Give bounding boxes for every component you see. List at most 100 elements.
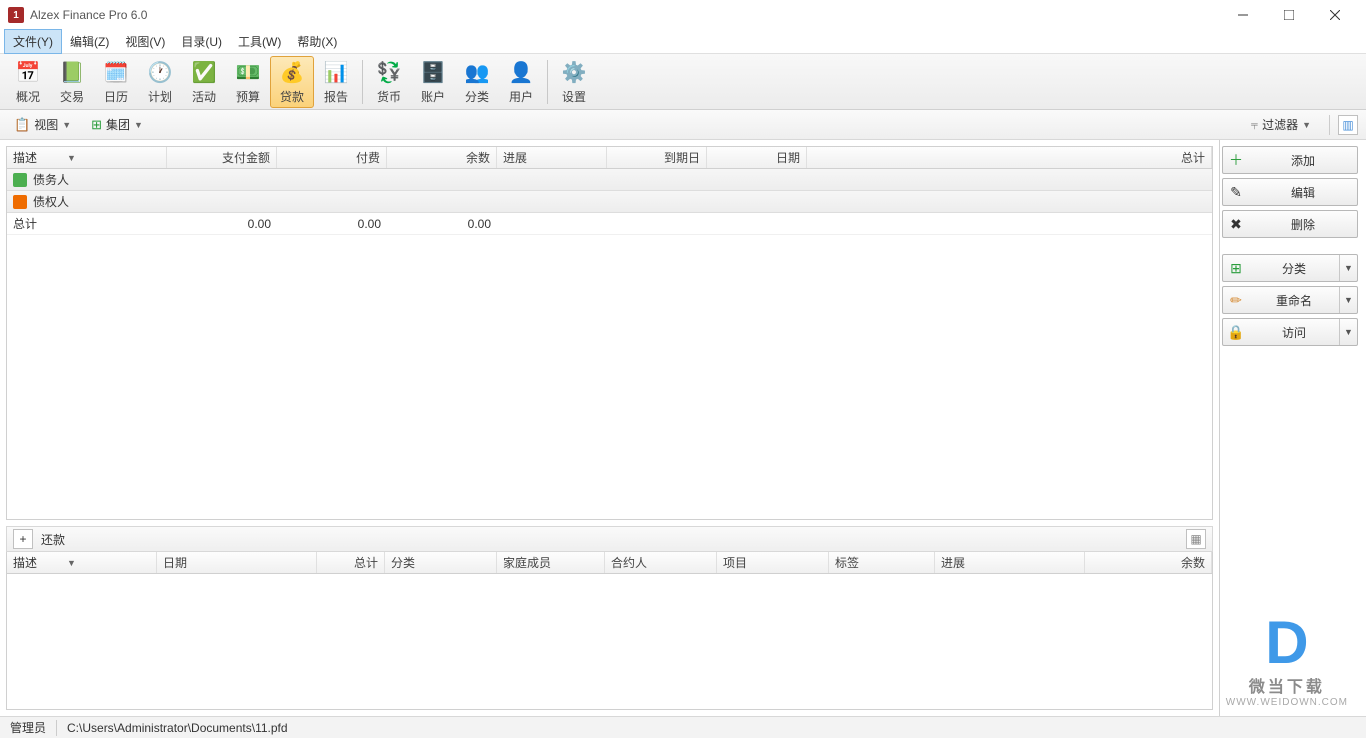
toolbar-category[interactable]: 👥分类 xyxy=(455,56,499,108)
chevron-down-icon[interactable]: ▼ xyxy=(1339,287,1357,313)
col2-contractor[interactable]: 合约人 xyxy=(605,552,717,573)
total-row: 总计 0.00 0.00 0.00 xyxy=(7,213,1212,235)
group-icon: ⊞ xyxy=(91,117,102,133)
toolbar-settings[interactable]: ⚙️设置 xyxy=(552,56,596,108)
menu-file[interactable]: 文件(Y) xyxy=(4,29,62,54)
group-debtor[interactable]: 债务人 xyxy=(7,169,1212,191)
minimize-button[interactable] xyxy=(1220,0,1266,30)
lower-panel: 描述▼ 日期 总计 分类 家庭成员 合约人 项目 标签 进展 余数 xyxy=(6,552,1213,710)
total-payamount: 0.00 xyxy=(167,217,277,231)
access-button[interactable]: 🔒访问▼ xyxy=(1222,318,1358,346)
currency-icon: 💱 xyxy=(375,59,403,87)
toolbar-report[interactable]: 📊报告 xyxy=(314,56,358,108)
delete-button[interactable]: ✖删除 xyxy=(1222,210,1358,238)
repayment-grid-header: 描述▼ 日期 总计 分类 家庭成员 合约人 项目 标签 进展 余数 xyxy=(7,552,1212,574)
view-icon: 📋 xyxy=(14,117,30,133)
col2-total[interactable]: 总计 xyxy=(317,552,385,573)
toolbar-separator xyxy=(547,60,548,104)
status-bar: 管理员 C:\Users\Administrator\Documents\11.… xyxy=(0,716,1366,738)
filter-dropdown[interactable]: ⫧过滤器▼ xyxy=(1245,113,1317,136)
user-icon: 👤 xyxy=(507,59,535,87)
col2-remain[interactable]: 余数 xyxy=(1085,552,1212,573)
menu-help[interactable]: 帮助(X) xyxy=(289,30,345,53)
panel-toggle-button[interactable]: ▥ xyxy=(1338,115,1358,135)
menu-edit[interactable]: 编辑(Z) xyxy=(62,30,117,53)
hierarchy-icon: ⊞ xyxy=(1223,260,1249,277)
debtor-icon xyxy=(13,173,27,187)
activity-icon: ✅ xyxy=(190,59,218,87)
report-icon: 📊 xyxy=(322,59,350,87)
budget-icon: 💵 xyxy=(234,59,262,87)
col-duedate[interactable]: 到期日 xyxy=(607,147,707,168)
filter-icon: ⫧ xyxy=(1251,117,1258,133)
col-remain[interactable]: 余数 xyxy=(387,147,497,168)
plus-icon: + xyxy=(19,532,26,546)
view-dropdown[interactable]: 📋视图▼ xyxy=(8,113,77,136)
chevron-down-icon[interactable]: ▼ xyxy=(1339,255,1357,281)
col2-tag[interactable]: 标签 xyxy=(829,552,935,573)
close-icon xyxy=(1330,10,1340,20)
toolbar-account[interactable]: 🗄️账户 xyxy=(411,56,455,108)
title-bar: 1 Alzex Finance Pro 6.0 xyxy=(0,0,1366,30)
col-payamount[interactable]: 支付金额 xyxy=(167,147,277,168)
toolbar-activity[interactable]: ✅活动 xyxy=(182,56,226,108)
toolbar-plan[interactable]: 🕐计划 xyxy=(138,56,182,108)
close-button[interactable] xyxy=(1312,0,1358,30)
col-date[interactable]: 日期 xyxy=(707,147,807,168)
menu-bar: 文件(Y) 编辑(Z) 视图(V) 目录(U) 工具(W) 帮助(X) xyxy=(0,30,1366,54)
app-title: Alzex Finance Pro 6.0 xyxy=(30,8,1220,22)
main-toolbar: 📅概况 📗交易 🗓️日历 🕐计划 ✅活动 💵预算 💰贷款 📊报告 💱货币 🗄️账… xyxy=(0,54,1366,110)
creditor-icon xyxy=(13,195,27,209)
col-fee[interactable]: 付费 xyxy=(277,147,387,168)
col2-category[interactable]: 分类 xyxy=(385,552,497,573)
transaction-icon: 📗 xyxy=(58,59,86,87)
toolbar-currency[interactable]: 💱货币 xyxy=(367,56,411,108)
total-fee: 0.00 xyxy=(277,217,387,231)
toolbar-overview[interactable]: 📅概况 xyxy=(6,56,50,108)
chevron-down-icon: ▼ xyxy=(1302,120,1311,130)
toolbar-transaction[interactable]: 📗交易 xyxy=(50,56,94,108)
col2-progress[interactable]: 进展 xyxy=(935,552,1085,573)
app-icon: 1 xyxy=(8,7,24,23)
panel-icon: ▥ xyxy=(1342,118,1353,132)
category-button[interactable]: ⊞分类▼ xyxy=(1222,254,1358,282)
minimize-icon xyxy=(1238,10,1248,20)
col2-family[interactable]: 家庭成员 xyxy=(497,552,605,573)
calendar-icon: 🗓️ xyxy=(102,59,130,87)
group-creditor[interactable]: 债权人 xyxy=(7,191,1212,213)
maximize-button[interactable] xyxy=(1266,0,1312,30)
plan-icon: 🕐 xyxy=(146,59,174,87)
sub-toolbar: 📋视图▼ ⊞集团▼ ⫧过滤器▼ ▥ xyxy=(0,110,1366,140)
category-icon: 👥 xyxy=(463,59,491,87)
settings-icon: ⚙️ xyxy=(560,59,588,87)
col-total[interactable]: 总计 xyxy=(807,147,1212,168)
menu-view[interactable]: 视图(V) xyxy=(117,30,173,53)
menu-catalog[interactable]: 目录(U) xyxy=(173,30,230,53)
chevron-down-icon: ▼ xyxy=(134,120,143,130)
grid-header: 描述▼ 支付金额 付费 余数 进展 到期日 日期 总计 xyxy=(7,147,1212,169)
total-label: 总计 xyxy=(7,215,167,232)
menu-tools[interactable]: 工具(W) xyxy=(230,30,289,53)
toolbar-calendar[interactable]: 🗓️日历 xyxy=(94,56,138,108)
action-sidebar: ＋添加 ✎编辑 ✖删除 ⊞分类▼ ✏重命名▼ 🔒访问▼ xyxy=(1220,140,1366,716)
loans-grid: 描述▼ 支付金额 付费 余数 进展 到期日 日期 总计 债务人 债权人 总计 0… xyxy=(7,147,1212,519)
add-repayment-button[interactable]: + xyxy=(13,529,33,549)
add-button[interactable]: ＋添加 xyxy=(1222,146,1358,174)
toolbar-user[interactable]: 👤用户 xyxy=(499,56,543,108)
rename-button[interactable]: ✏重命名▼ xyxy=(1222,286,1358,314)
upper-panel: 描述▼ 支付金额 付费 余数 进展 到期日 日期 总计 债务人 债权人 总计 0… xyxy=(6,146,1213,520)
plus-icon: ＋ xyxy=(1223,150,1249,170)
toolbar-loan[interactable]: 💰贷款 xyxy=(270,56,314,108)
col2-date[interactable]: 日期 xyxy=(157,552,317,573)
col2-desc[interactable]: 描述▼ xyxy=(7,552,157,573)
chevron-down-icon: ▼ xyxy=(62,120,71,130)
group-dropdown[interactable]: ⊞集团▼ xyxy=(85,113,149,136)
loan-icon: 💰 xyxy=(278,59,306,87)
col2-project[interactable]: 项目 xyxy=(717,552,829,573)
col-desc[interactable]: 描述▼ xyxy=(7,147,167,168)
edit-button[interactable]: ✎编辑 xyxy=(1222,178,1358,206)
chevron-down-icon[interactable]: ▼ xyxy=(1339,319,1357,345)
col-progress[interactable]: 进展 xyxy=(497,147,607,168)
grid-toggle-button[interactable]: ▦ xyxy=(1186,529,1206,549)
toolbar-budget[interactable]: 💵预算 xyxy=(226,56,270,108)
